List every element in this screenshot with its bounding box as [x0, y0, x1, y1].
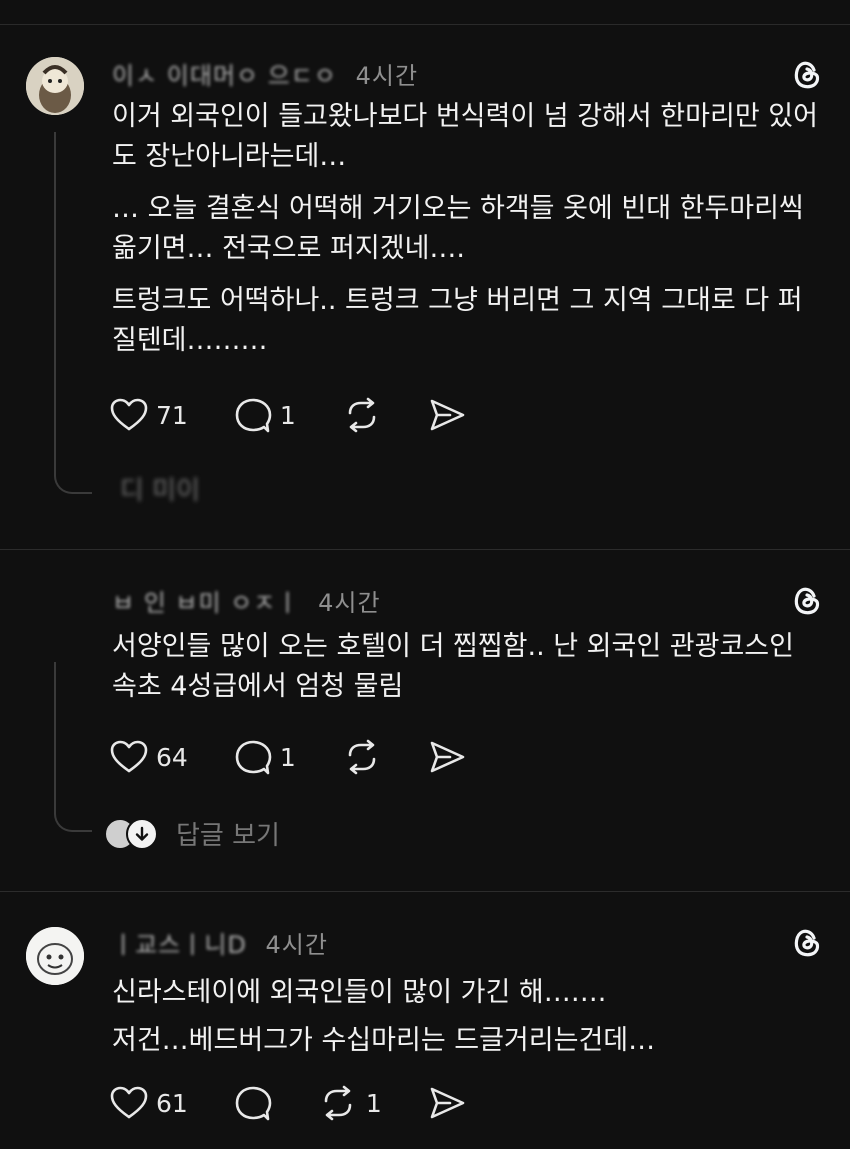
- post-actions: 71 1: [110, 395, 512, 435]
- timestamp: 4시간: [265, 931, 328, 959]
- comment-button[interactable]: 1: [234, 397, 296, 433]
- like-count: 64: [156, 742, 188, 772]
- post-paragraph: 이거 외국인이 들고왔나보다 번식력이 넘 강해서 한마리만 있어도 장난아니라…: [112, 101, 818, 172]
- avatar[interactable]: [26, 927, 84, 985]
- heart-icon: [110, 1086, 148, 1119]
- like-count: 71: [156, 400, 188, 430]
- timestamp: 4시간: [318, 589, 381, 617]
- threads-logo-icon[interactable]: [790, 57, 824, 91]
- like-button[interactable]: 71: [110, 398, 188, 432]
- post-paragraph: 신라스테이에 외국인들이 많이 가긴 해…….: [112, 977, 607, 1008]
- post-actions: 61 1: [110, 1083, 512, 1123]
- speech-bubble-icon: [235, 1086, 272, 1121]
- view-replies-button[interactable]: 답글 보기: [104, 815, 280, 852]
- repost-button[interactable]: 1: [318, 1085, 382, 1121]
- send-icon: [430, 1087, 465, 1119]
- post-header: ㅂ 인 ㅂ미 ㅇㅈㅣ 4시간: [112, 583, 381, 618]
- share-button[interactable]: [428, 398, 466, 432]
- repost-icon: [324, 1085, 352, 1121]
- thread-line: [54, 132, 56, 472]
- comment-count: 1: [279, 400, 296, 430]
- send-icon: [430, 741, 465, 773]
- post-body: 신라스테이에 외국인들이 많이 가긴 해……. 저건…베드버그가 수십마리는 드…: [112, 973, 827, 1073]
- comment-count: 1: [279, 742, 296, 772]
- arrow-down-icon: [126, 817, 158, 850]
- post-paragraph: 서양인들 많이 오는 호텔이 더 찝찝함.. 난 외국인 관광코스인 속초 4성…: [112, 631, 794, 702]
- avatar[interactable]: [26, 57, 84, 115]
- like-button[interactable]: 61: [110, 1086, 188, 1120]
- replies-label: 디 미이: [120, 476, 201, 506]
- comment-button[interactable]: [234, 1085, 272, 1121]
- post-header: 이ㅅ 이대머ㅇ 으ㄷㅇ 4시간: [112, 56, 418, 91]
- threads-logo-icon[interactable]: [790, 925, 824, 959]
- post-paragraph: 트렁크도 어떡하나.. 트렁크 그냥 버리면 그 지역 그대로 다 퍼질텐데………: [112, 285, 803, 356]
- share-button[interactable]: [428, 1086, 466, 1120]
- username[interactable]: 이ㅅ 이대머ㅇ 으ㄷㅇ: [112, 62, 337, 90]
- thread-curve: [54, 470, 92, 494]
- repost-icon: [348, 739, 376, 775]
- avatar[interactable]: [26, 578, 84, 636]
- top-divider: [0, 0, 850, 25]
- timestamp: 4시간: [355, 62, 419, 90]
- send-icon: [430, 399, 465, 431]
- comment-button[interactable]: 1: [234, 739, 296, 775]
- post-header: ㅣ교스ㅣ니D 4시간: [112, 925, 328, 960]
- username[interactable]: ㅣ교스ㅣ니D: [112, 931, 247, 959]
- post-body: 서양인들 많이 오는 호텔이 더 찝찝함.. 난 외국인 관광코스인 속초 4성…: [112, 627, 827, 719]
- replies-label: 답글 보기: [176, 821, 280, 851]
- speech-bubble-icon: [235, 398, 272, 433]
- repost-count: 1: [365, 1088, 382, 1118]
- thread-curve: [54, 808, 92, 832]
- post-actions: 64 1: [110, 737, 512, 777]
- speech-bubble-icon: [235, 740, 272, 775]
- like-button[interactable]: 64: [110, 740, 188, 774]
- post-paragraph: 저건…베드버그가 수십마리는 드글거리는건데…: [112, 1025, 656, 1056]
- replies-row[interactable]: 디 미이: [120, 470, 200, 507]
- repost-button[interactable]: [342, 739, 382, 775]
- threads-logo-icon[interactable]: [790, 583, 824, 617]
- divider: [0, 891, 850, 892]
- share-button[interactable]: [428, 740, 466, 774]
- like-count: 61: [156, 1088, 188, 1118]
- post-paragraph: … 오늘 결혼식 어떡해 거기오는 하객들 옷에 빈대 한두마리씩 옮기면… 전…: [112, 193, 804, 264]
- post-body: 이거 외국인이 들고왔나보다 번식력이 넘 강해서 한마리만 있어도 장난아니라…: [112, 97, 827, 373]
- repost-button[interactable]: [342, 397, 382, 433]
- divider: [0, 549, 850, 550]
- heart-icon: [110, 740, 148, 773]
- thread-line: [54, 662, 56, 812]
- username[interactable]: ㅂ 인 ㅂ미 ㅇㅈㅣ: [112, 589, 299, 617]
- heart-icon: [110, 398, 148, 431]
- repost-icon: [348, 397, 376, 433]
